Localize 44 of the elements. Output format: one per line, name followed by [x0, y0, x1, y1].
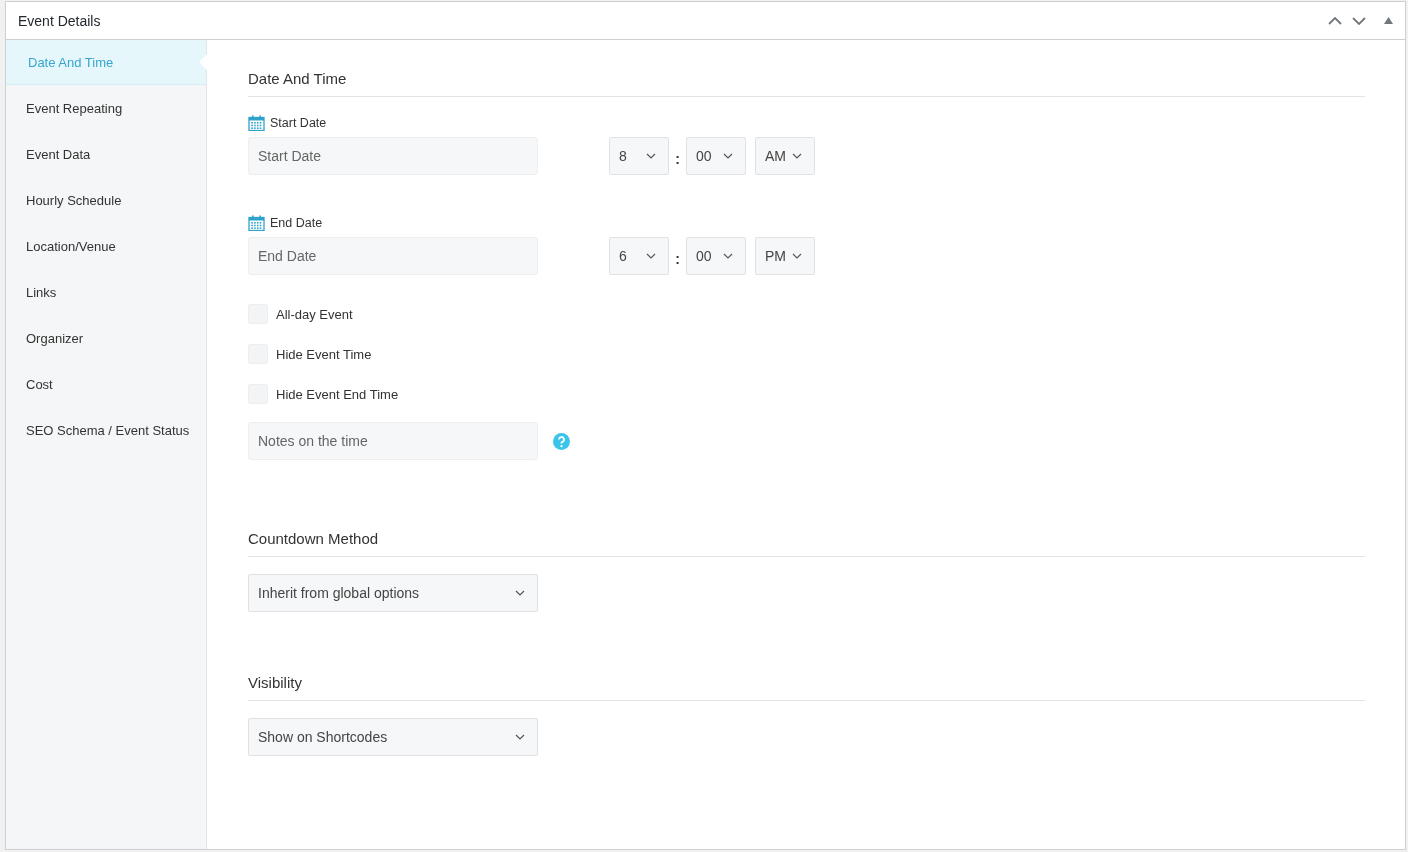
field-label: Start Date — [270, 116, 327, 130]
sidebar-tab[interactable]: Links — [6, 270, 206, 316]
dropdown[interactable]: Inherit from global options — [248, 574, 538, 612]
date-field[interactable]: Start Date — [248, 137, 538, 175]
chevron-down-icon — [515, 590, 525, 596]
chevron-down-icon — [646, 253, 656, 259]
sidebar-tab[interactable]: Organizer — [6, 316, 206, 362]
chevron-down-icon[interactable] — [1352, 16, 1366, 25]
calendar-icon — [248, 115, 265, 131]
dropdown[interactable]: 00 — [686, 137, 746, 175]
field-label: End Date — [270, 216, 323, 230]
sidebar-tab[interactable]: Location/Venue — [6, 224, 206, 270]
dropdown[interactable]: 6 — [609, 237, 669, 275]
section-heading: Countdown Method — [248, 530, 1365, 557]
dropdown[interactable]: Show on Shortcodes — [248, 718, 538, 756]
section-heading: Date And Time — [248, 70, 1365, 97]
dropdown[interactable]: AM — [755, 137, 815, 175]
collapse-triangle-icon[interactable] — [1384, 17, 1393, 24]
dropdown[interactable]: PM — [755, 237, 815, 275]
checkbox-label: Hide Event Time — [276, 346, 372, 362]
chevron-down-icon — [723, 153, 733, 159]
chevron-down-icon — [792, 153, 802, 159]
sidebar-tab[interactable]: Event Data — [6, 132, 206, 178]
sidebar-tab[interactable]: Cost — [6, 362, 206, 408]
dropdown[interactable]: 00 — [686, 237, 746, 275]
time-separator: : — [674, 250, 681, 267]
date-field[interactable]: End Date — [248, 237, 538, 275]
panel-title: Event Details — [18, 12, 101, 29]
checkbox-label: Hide Event End Time — [276, 386, 399, 402]
chevron-up-icon[interactable] — [1328, 16, 1342, 25]
calendar-icon — [248, 215, 265, 231]
chevron-down-icon — [515, 734, 525, 740]
help-icon[interactable] — [553, 432, 570, 450]
checkbox-label: All-day Event — [276, 306, 353, 322]
sidebar-tab[interactable]: Event Repeating — [6, 86, 206, 132]
notes-field[interactable]: Notes on the time — [248, 422, 538, 460]
sidebar-tab[interactable]: Hourly Schedule — [6, 178, 206, 224]
time-separator: : — [674, 150, 681, 167]
chevron-down-icon — [792, 253, 802, 259]
dropdown[interactable]: 8 — [609, 137, 669, 175]
sidebar-tab[interactable]: SEO Schema / Event Status — [6, 408, 206, 454]
chevron-down-icon — [646, 153, 656, 159]
section-heading: Visibility — [248, 674, 1365, 701]
chevron-down-icon — [723, 253, 733, 259]
